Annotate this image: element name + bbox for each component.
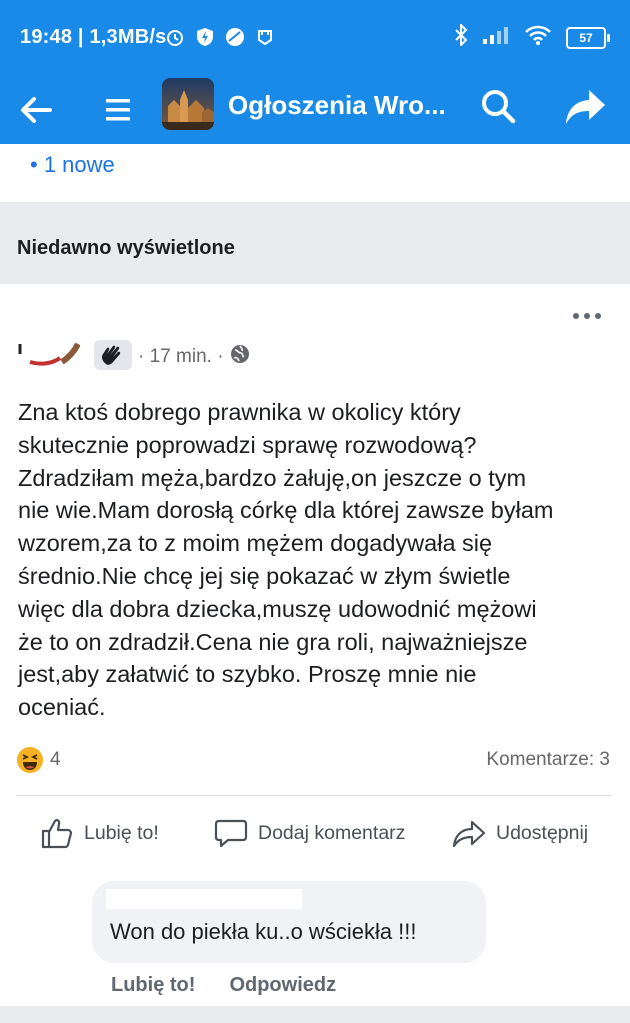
thumbs-up-icon (41, 819, 73, 849)
comment-button[interactable]: Dodaj komentarz (214, 816, 405, 850)
notification-icon (255, 27, 275, 47)
back-arrow-icon[interactable] (16, 90, 56, 130)
new-posts-label[interactable]: • 1 nowe (30, 152, 115, 178)
group-title[interactable]: Ogłoszenia Wro... (228, 90, 446, 121)
comment-author-redacted (106, 889, 302, 909)
comment-reply-link[interactable]: Odpowiedz (229, 974, 336, 997)
bottom-separator (0, 1006, 630, 1023)
reaction-count: 4 (50, 749, 61, 770)
author-avatar[interactable] (18, 340, 81, 368)
comment-actions: Lubię to! Odpowiedz (111, 974, 336, 997)
post-text: Zna ktoś dobrego prawnika w okolicy któr… (18, 399, 554, 721)
comment-like-link[interactable]: Lubię to! (111, 974, 195, 997)
battery-indicator: 57 (566, 26, 610, 49)
share-icon[interactable] (563, 84, 607, 128)
comment-bubble[interactable]: Won do piekła ku..o wściekła !!! (92, 881, 486, 963)
comment-text: Won do piekła ku..o wściekła !!! (110, 919, 417, 944)
globe-icon (230, 344, 250, 370)
group-avatar[interactable] (162, 78, 214, 130)
comment-section: Won do piekła ku..o wściekła !!! Lubię t… (0, 881, 630, 1023)
post-card: · 17 min. · Zna ktoś dobrego prawnika w … (0, 284, 630, 890)
status-time: 19:48 | 1,3MB/s (20, 26, 167, 48)
alarm-icon (165, 27, 185, 47)
share-label: Udostępnij (496, 821, 589, 844)
post-time[interactable]: · 17 min. · (138, 346, 224, 368)
share-button[interactable]: Udostępnij (452, 816, 588, 850)
section-separator: Niedawno wyświetlone (0, 202, 630, 284)
signal-icon (482, 25, 510, 50)
comments-count[interactable]: Komentarze: 3 (486, 749, 610, 771)
like-label: Lubię to! (84, 821, 159, 844)
comment-label: Dodaj komentarz (258, 821, 406, 844)
post-meta: · 17 min. · (138, 344, 250, 370)
post-actions: Lubię to! Dodaj komentarz Udostępnij (0, 804, 630, 864)
share-arrow-icon (452, 820, 486, 848)
comment-icon (214, 819, 248, 848)
shield-bolt-icon (195, 27, 215, 47)
more-options-icon[interactable] (572, 308, 602, 319)
search-icon[interactable] (478, 86, 518, 126)
vpn-icon (225, 27, 245, 47)
new-posts-row[interactable]: • 1 nowe (0, 144, 630, 202)
wifi-icon (524, 24, 552, 51)
status-icons (165, 27, 275, 47)
status-bar: 19:48 | 1,3MB/s 57 (0, 0, 630, 76)
reactions-row[interactable]: 4 Komentarze: 3 (16, 746, 614, 776)
waving-hand-badge-icon (94, 340, 132, 370)
like-button[interactable]: Lubię to! (40, 816, 159, 850)
app-bar: Ogłoszenia Wro... (0, 76, 630, 144)
divider (16, 795, 612, 796)
status-right: 57 (454, 22, 610, 51)
bluetooth-icon (454, 22, 468, 51)
recently-viewed-heading: Niedawno wyświetlone (17, 237, 235, 259)
menu-icon[interactable] (104, 94, 132, 126)
haha-reaction-icon (16, 746, 44, 774)
